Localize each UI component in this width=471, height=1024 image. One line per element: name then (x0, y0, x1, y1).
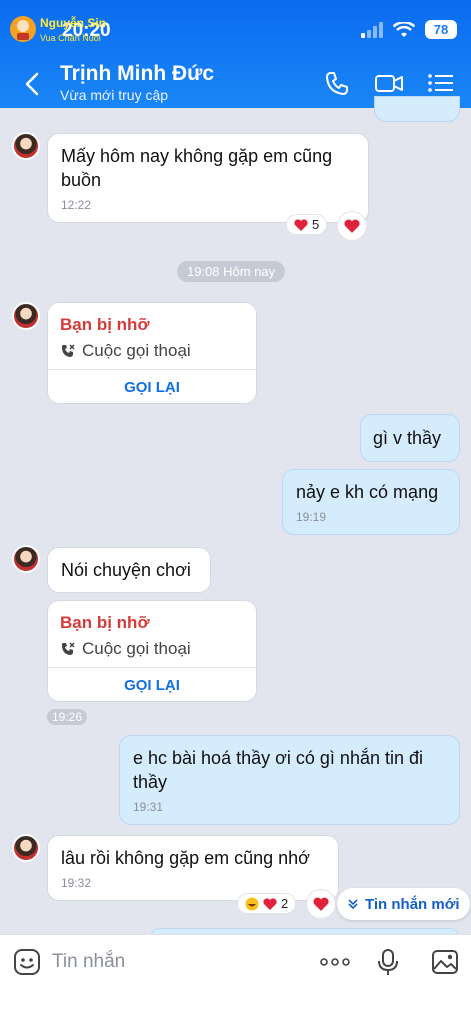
back-arrow-icon[interactable] (20, 70, 44, 98)
svg-text:Vua Chăn Nuôi: Vua Chăn Nuôi (40, 33, 101, 43)
contact-name[interactable]: Trịnh Minh Đức (60, 62, 214, 86)
heart-icon (344, 219, 360, 233)
previous-message-bubble (374, 96, 460, 122)
call-type: Cuộc gọi thoại (60, 341, 191, 361)
outgoing-message[interactable]: nảy e kh có mạng 19:19 (282, 469, 460, 535)
call-type: Cuộc gọi thoại (60, 639, 191, 659)
message-time: 19:26 (47, 709, 88, 725)
reaction-count: 2 (281, 896, 289, 911)
image-gallery-icon[interactable] (430, 947, 460, 977)
missed-call-icon (62, 344, 75, 357)
video-call-icon[interactable] (374, 68, 404, 98)
more-options-icon[interactable] (318, 947, 352, 977)
message-input[interactable]: Tin nhắn (52, 951, 125, 973)
message-time: 12:22 (61, 198, 92, 212)
new-messages-button[interactable]: Tin nhắn mới (337, 888, 470, 920)
signal-icon (361, 21, 383, 38)
reaction-count: 5 (312, 217, 320, 232)
chat-header: 20:20 Nguyễn Sin Vua Chăn Nuôi 78 Trịnh … (0, 0, 471, 108)
avatar[interactable] (12, 545, 40, 573)
svg-text:Nguyễn Sin: Nguyễn Sin (40, 15, 106, 30)
battery-level: 78 (425, 20, 457, 39)
watermark-logo: Nguyễn Sin Vua Chăn Nuôi (8, 11, 108, 47)
message-text: gì v thầy (373, 428, 442, 448)
react-button[interactable] (306, 889, 336, 919)
message-time: 19:32 (61, 876, 92, 890)
message-time: 19:31 (133, 800, 164, 814)
incoming-message[interactable]: Nói chuyện chơi (47, 547, 211, 593)
avatar[interactable] (12, 834, 40, 862)
laugh-emoji-icon (245, 897, 259, 910)
incoming-message[interactable]: Mấy hôm nay không gặp em cũng buồn 12:22 (47, 133, 369, 223)
missed-call-icon (62, 642, 75, 655)
wifi-icon (393, 21, 415, 37)
message-text: lâu rồi không gặp em cũng nhớ (61, 848, 310, 868)
message-text: Mấy hôm nay không gặp em cũng buồn (61, 146, 333, 190)
reaction-summary[interactable]: 2 (237, 893, 297, 914)
outgoing-message[interactable]: gì v thầy (360, 414, 460, 462)
microphone-icon[interactable] (373, 947, 403, 977)
missed-call-title: Bạn bị nhỡ (60, 315, 150, 334)
react-button[interactable] (337, 211, 367, 241)
incoming-message[interactable]: lâu rồi không gặp em cũng nhớ 19:32 (47, 835, 339, 901)
message-input-bar: Tin nhắn (0, 934, 471, 1024)
heart-icon (294, 218, 308, 231)
sticker-icon[interactable] (12, 947, 42, 977)
heart-icon (313, 897, 329, 911)
missed-call-title: Bạn bị nhỡ (60, 613, 150, 632)
avatar[interactable] (12, 132, 40, 160)
message-text: Nói chuyện chơi (61, 560, 191, 580)
chevron-double-down-icon (348, 899, 358, 910)
date-divider: 19:08 Hôm nay (177, 261, 286, 282)
status-icons: 78 (361, 20, 457, 39)
missed-call-card: Bạn bị nhỡ Cuộc gọi thoại GỌI LẠI (47, 302, 257, 404)
message-text: nảy e kh có mạng (296, 482, 439, 502)
call-back-button[interactable]: GỌI LẠI (48, 369, 256, 403)
call-back-button[interactable]: GỌI LẠI (48, 667, 256, 701)
heart-icon (263, 897, 277, 910)
avatar[interactable] (12, 302, 40, 330)
menu-list-icon[interactable] (426, 68, 456, 98)
reaction-summary[interactable]: 5 (286, 214, 328, 235)
message-time: 19:19 (296, 510, 327, 524)
outgoing-message[interactable]: e hc bài hoá thầy ơi có gì nhắn tin đi t… (119, 735, 460, 825)
contact-status: Vừa mới truy cập (60, 87, 169, 103)
missed-call-card: Bạn bị nhỡ Cuộc gọi thoại GỌI LẠI (47, 600, 257, 702)
phone-call-icon[interactable] (322, 68, 352, 98)
message-text: e hc bài hoá thầy ơi có gì nhắn tin đi t… (133, 748, 423, 792)
